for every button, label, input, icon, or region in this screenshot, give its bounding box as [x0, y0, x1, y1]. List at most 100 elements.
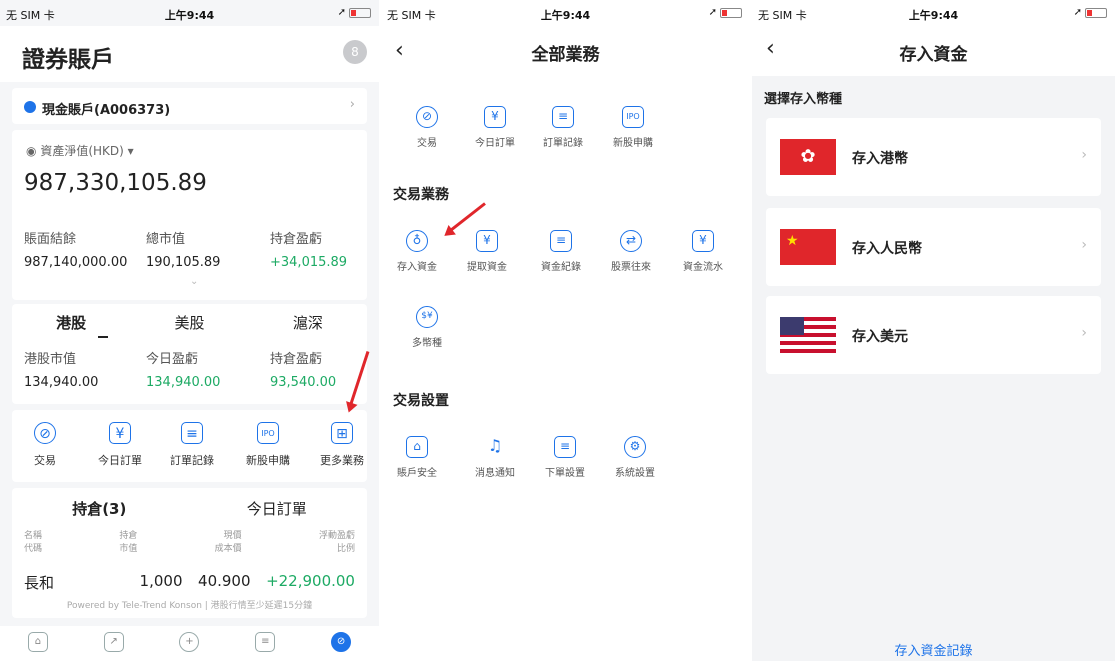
gear-icon: ⚙	[624, 436, 646, 458]
row-pnl: +22,900.00	[266, 572, 355, 590]
kv-label: 總市值	[146, 232, 186, 247]
tab-hk[interactable]: 港股	[56, 312, 86, 333]
tool-label: 新股申購	[246, 454, 290, 467]
market-icon[interactable]: ↗	[103, 632, 124, 652]
tool-more[interactable]: ⊞ 更多業務	[312, 422, 372, 468]
net-asset-label-text: 資產淨值(HKD)	[40, 144, 124, 158]
tab-cn[interactable]: 滬深	[293, 312, 323, 333]
deposit-cny[interactable]: ★ 存入人民幣 ›	[766, 208, 1101, 286]
service-deposit[interactable]: ♁ 存入資金	[389, 230, 445, 273]
deposit-panel: 无 SIM 卡 上午9:44 ➚ ‹ 存入資金 選擇存入幣種 ✿ 存入港幣 › …	[752, 0, 1115, 661]
tool-label: 交易	[34, 454, 56, 467]
account-panel: 无 SIM 卡 上午9:44 ➚ 證券賬戶 8 現金賬戶(A006373) › …	[0, 0, 379, 661]
header: 證券賬戶 8	[0, 26, 379, 82]
net-asset-label[interactable]: ◉ 資產淨值(HKD) ▾	[26, 142, 134, 159]
service-label: 多幣種	[412, 338, 442, 349]
service-multi-currency[interactable]: $¥ 多幣種	[399, 306, 455, 349]
time-text: 上午9:44	[908, 9, 959, 22]
chevron-right-icon: ›	[1081, 237, 1087, 253]
kv-label: 今日盈虧	[146, 352, 199, 367]
page-title: 證券賬戶	[22, 47, 114, 73]
kv-label: 港股市值	[24, 352, 77, 367]
yen-icon: ¥	[109, 422, 131, 444]
news-icon[interactable]: ≡	[255, 632, 276, 652]
service-today-orders[interactable]: ¥ 今日訂單	[467, 106, 523, 149]
col-pnl[interactable]: 浮動盈虧比例	[319, 528, 355, 554]
section-trading: 交易業務	[393, 187, 449, 203]
service-ipo[interactable]: IPO 新股申購	[605, 106, 661, 149]
tab-today-orders[interactable]: 今日訂單	[247, 498, 307, 519]
setting-order[interactable]: ≡ 下單設置	[537, 436, 593, 479]
kv-value: 93,540.00	[270, 375, 337, 390]
tab-holdings[interactable]: 持倉(3)	[72, 498, 126, 519]
row-name: 長和	[24, 574, 55, 592]
service-withdraw[interactable]: ¥ 提取資金	[459, 230, 515, 273]
hk-market-value-kv: 港股市值 134,940.00	[24, 348, 98, 390]
setting-notifications[interactable]: ♫ 消息通知	[467, 436, 523, 479]
section-settings: 交易設置	[393, 393, 449, 409]
tool-today-orders[interactable]: ¥ 今日訂單	[90, 422, 150, 468]
header-label: 名稱	[24, 531, 43, 541]
ipo-icon: IPO	[622, 106, 644, 128]
hold-pnl-kv: 持倉盈虧 93,540.00	[270, 348, 336, 390]
service-fund-records[interactable]: ≡ 資金紀錄	[533, 230, 589, 273]
kv-label: 賬面結餘	[24, 232, 77, 247]
doc-icon: ≡	[181, 422, 203, 444]
header-label: 比例	[336, 544, 355, 554]
avatar[interactable]: 8	[343, 40, 367, 64]
header-label: 代碼	[24, 544, 43, 554]
trade-icon: ⊘	[34, 422, 56, 444]
account-selector[interactable]: 現金賬戶(A006373) ›	[12, 88, 367, 124]
assets-card: ◉ 資產淨值(HKD) ▾ 987,330,105.89 賬面結餘 987,140…	[12, 130, 367, 300]
row-price: 40.900	[198, 572, 251, 590]
battery-icon: ➚	[709, 7, 742, 18]
hk-flag-icon: ✿	[780, 139, 836, 175]
service-order-records[interactable]: ≡ 訂單記錄	[535, 106, 591, 149]
grid-icon: ⊞	[331, 422, 353, 444]
service-label: 提取資金	[467, 262, 507, 273]
holdings-header: 名稱代碼 持倉 市值 現價成本價 浮動盈虧比例	[24, 528, 355, 554]
kv-label: 持倉盈虧	[270, 352, 323, 367]
eye-icon[interactable]: ◉	[26, 144, 36, 158]
chevron-down-icon[interactable]: ⌄	[190, 276, 198, 287]
home-icon[interactable]: ⌂	[27, 632, 48, 652]
header-label: 浮動盈虧	[318, 531, 355, 541]
service-stock-transfer[interactable]: ⇄ 股票往來	[603, 230, 659, 273]
tab-us[interactable]: 美股	[174, 312, 204, 333]
service-cash-flow[interactable]: ¥ 資金流水	[675, 230, 731, 273]
chevron-right-icon: ›	[1081, 325, 1087, 341]
service-trade[interactable]: ⊘ 交易	[399, 106, 455, 149]
service-label: 交易	[417, 138, 437, 149]
tool-order-records[interactable]: ≡ 訂單記錄	[162, 422, 222, 468]
tool-trade[interactable]: ⊘ 交易	[20, 422, 70, 468]
cn-flag-icon: ★	[780, 229, 836, 265]
setting-system[interactable]: ⚙ 系統設置	[607, 436, 663, 479]
deposit-usd[interactable]: 存入美元 ›	[766, 296, 1101, 374]
today-pnl-kv: 今日盈虧 134,940.00	[146, 348, 220, 390]
service-label: 賬戶安全	[397, 468, 437, 479]
deposit-records-link[interactable]: 存入資金記錄	[752, 640, 1115, 659]
service-label: 訂單記錄	[543, 138, 583, 149]
clipboard-icon: ¥	[692, 230, 714, 252]
col-qty: 持倉 市值	[119, 528, 137, 554]
account-icon	[24, 101, 36, 113]
deposit-hkd[interactable]: ✿ 存入港幣 ›	[766, 118, 1101, 196]
kv-value: 134,940.00	[146, 375, 221, 390]
table-row[interactable]: 長和 1,000 40.900 +22,900.00	[24, 572, 355, 593]
position-pnl-kv: 持倉盈虧 +34,015.89	[270, 228, 347, 270]
add-icon[interactable]: +	[179, 632, 200, 652]
trade-nav-icon[interactable]: ⊘	[331, 632, 352, 652]
row-qty: 1,000	[139, 572, 183, 590]
header-label: 現價	[223, 531, 242, 541]
tool-label: 更多業務	[320, 454, 364, 467]
service-label: 存入資金	[397, 262, 437, 273]
setting-security[interactable]: ⌂ 賬戶安全	[389, 436, 445, 479]
kv-value: 134,940.00	[24, 375, 99, 390]
bell-icon: ♫	[487, 436, 503, 455]
us-flag-icon	[780, 317, 836, 353]
header-label: 成本價	[214, 544, 242, 554]
ipo-icon: IPO	[257, 422, 279, 444]
service-label: 消息通知	[475, 468, 515, 479]
all-services-panel: 无 SIM 卡 上午9:44 ➚ ‹ 全部業務 ⊘ 交易 ¥ 今日訂單 ≡ 訂單記錄 …	[381, 0, 750, 661]
tool-ipo[interactable]: IPO 新股申購	[236, 422, 300, 468]
